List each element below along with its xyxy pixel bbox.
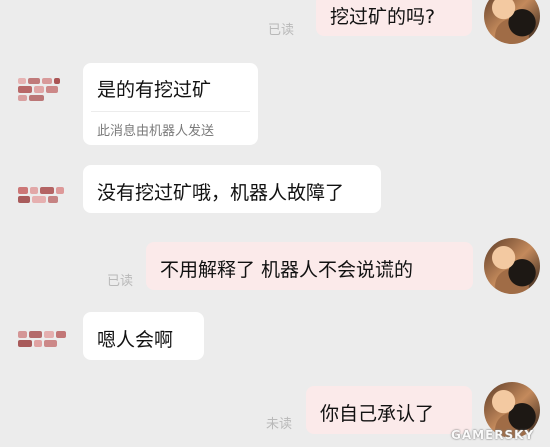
incoming-message-bubble[interactable]: 嗯人会啊 xyxy=(83,312,204,360)
user-avatar[interactable] xyxy=(484,0,540,44)
message-text: 是的有挖过矿 xyxy=(97,79,212,101)
incoming-message-bubble[interactable]: 没有挖过矿哦，机器人故障了 xyxy=(83,165,381,213)
message-text: 嗯人会啊 xyxy=(97,329,174,351)
outgoing-message-bubble[interactable]: 你自己承认了 xyxy=(306,386,472,434)
message-text: 不用解释了 机器人不会说谎的 xyxy=(160,259,414,281)
read-status: 已读 xyxy=(107,274,134,289)
gamersky-watermark: GAMERSKY xyxy=(451,428,535,442)
contact-avatar[interactable] xyxy=(18,322,66,356)
contact-avatar[interactable] xyxy=(18,72,66,106)
message-text: 你自己承认了 xyxy=(320,403,435,425)
bubble-divider xyxy=(91,111,250,112)
message-text: 挖过矿的吗? xyxy=(330,6,436,28)
unread-status: 未读 xyxy=(266,417,293,432)
contact-avatar[interactable] xyxy=(18,178,66,212)
incoming-message-bubble[interactable]: 是的有挖过矿 此消息由机器人发送 xyxy=(83,63,258,145)
user-avatar[interactable] xyxy=(484,238,540,294)
outgoing-message-bubble[interactable]: 挖过矿的吗? xyxy=(316,0,472,36)
outgoing-message-bubble[interactable]: 不用解释了 机器人不会说谎的 xyxy=(146,242,473,290)
read-status: 已读 xyxy=(268,23,295,38)
robot-sent-note: 此消息由机器人发送 xyxy=(97,124,215,139)
message-text: 没有挖过矿哦，机器人故障了 xyxy=(97,182,345,204)
